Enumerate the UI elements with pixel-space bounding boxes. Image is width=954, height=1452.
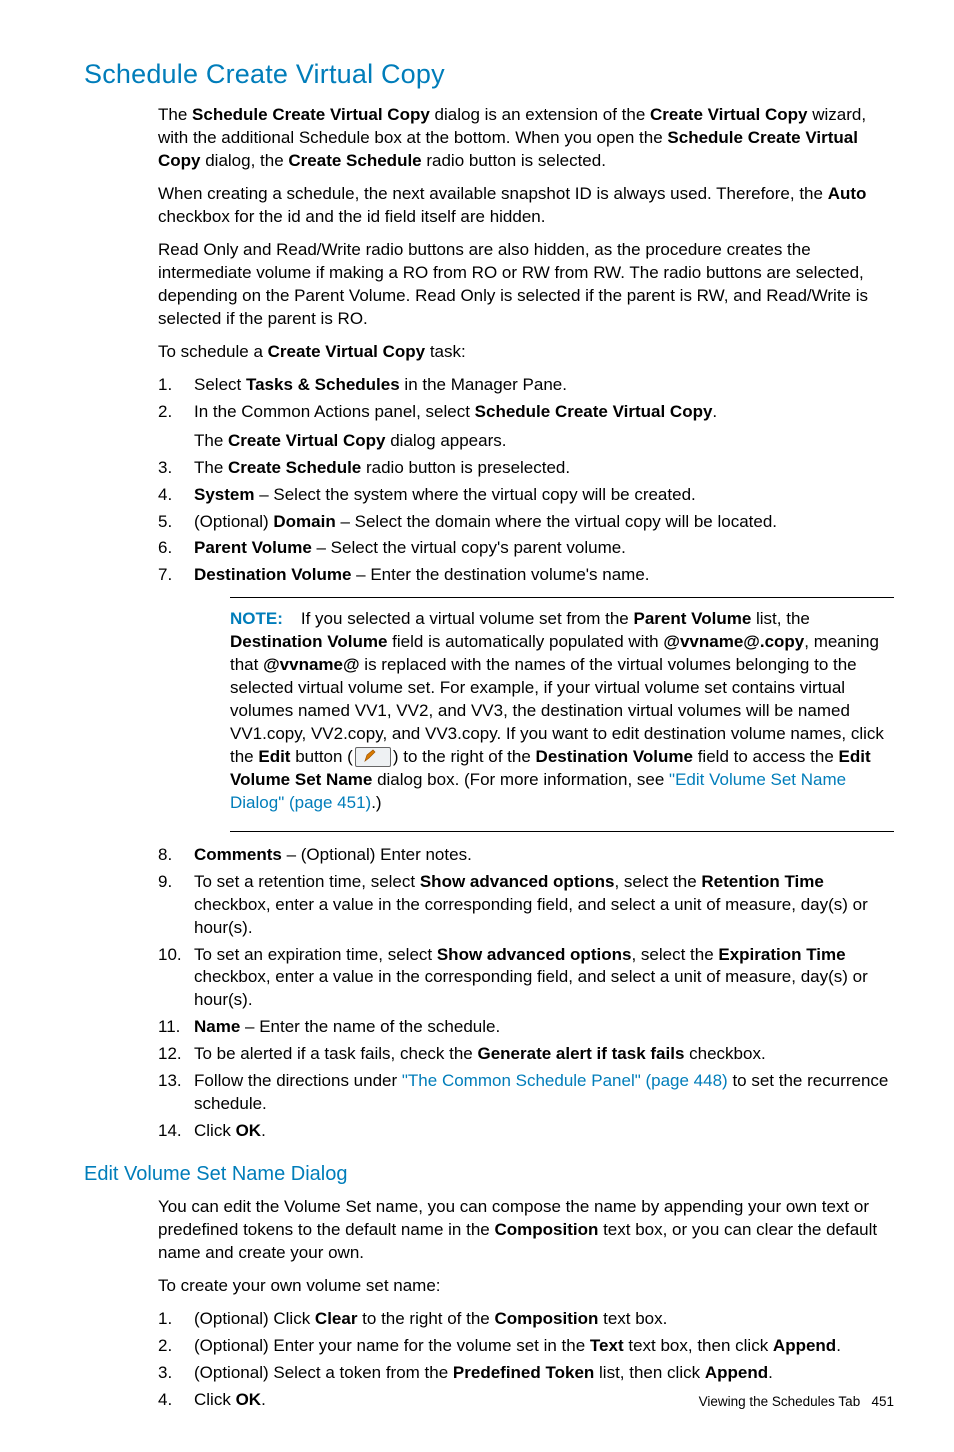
- footer-page: 451: [871, 1394, 894, 1409]
- step-2-sub: The Create Virtual Copy dialog appears.: [194, 430, 894, 453]
- para-auto: When creating a schedule, the next avail…: [158, 183, 894, 229]
- section1-body: The Schedule Create Virtual Copy dialog …: [158, 104, 894, 1143]
- page-footer: Viewing the Schedules Tab 451: [699, 1393, 894, 1411]
- step-13: 13.Follow the directions under "The Comm…: [158, 1070, 894, 1116]
- step-4: 4.System – Select the system where the v…: [158, 484, 894, 507]
- footer-text: Viewing the Schedules Tab: [699, 1394, 861, 1409]
- page: Schedule Create Virtual Copy The Schedul…: [0, 0, 954, 1452]
- link-common-schedule-panel[interactable]: "The Common Schedule Panel" (page 448): [402, 1071, 728, 1090]
- para-toschedule: To schedule a Create Virtual Copy task:: [158, 341, 894, 364]
- s2-step-3: 3.(Optional) Select a token from the Pre…: [158, 1362, 894, 1385]
- edit-icon: [355, 747, 391, 767]
- note-block: NOTE:If you selected a virtual volume se…: [230, 597, 894, 831]
- s2-step-2: 2.(Optional) Enter your name for the vol…: [158, 1335, 894, 1358]
- step-11: 11.Name – Enter the name of the schedule…: [158, 1016, 894, 1039]
- note-label: NOTE:: [230, 609, 283, 628]
- step-9: 9.To set a retention time, select Show a…: [158, 871, 894, 940]
- s2-step-1: 1.(Optional) Click Clear to the right of…: [158, 1308, 894, 1331]
- section-title-edit-volume-set-name-dialog: Edit Volume Set Name Dialog: [84, 1161, 894, 1188]
- step-14: 14.Click OK.: [158, 1120, 894, 1143]
- para-intro: The Schedule Create Virtual Copy dialog …: [158, 104, 894, 173]
- para-evsn-intro: You can edit the Volume Set name, you ca…: [158, 1196, 894, 1265]
- step-3: 3.The Create Schedule radio button is pr…: [158, 457, 894, 480]
- step-10: 10.To set an expiration time, select Sho…: [158, 944, 894, 1013]
- step-2: 2.In the Common Actions panel, select Sc…: [158, 401, 894, 453]
- step-5: 5.(Optional) Domain – Select the domain …: [158, 511, 894, 534]
- section-title-schedule-create-virtual-copy: Schedule Create Virtual Copy: [84, 56, 894, 92]
- para-readonly: Read Only and Read/Write radio buttons a…: [158, 239, 894, 331]
- para-evsn-to: To create your own volume set name:: [158, 1275, 894, 1298]
- section2-body: You can edit the Volume Set name, you ca…: [158, 1196, 894, 1412]
- step-7: 7.Destination Volume – Enter the destina…: [158, 564, 894, 831]
- steps-list: 1.Select Tasks & Schedules in the Manage…: [158, 374, 894, 1143]
- step-8: 8.Comments – (Optional) Enter notes.: [158, 844, 894, 867]
- step-12: 12.To be alerted if a task fails, check …: [158, 1043, 894, 1066]
- step-6: 6.Parent Volume – Select the virtual cop…: [158, 537, 894, 560]
- step-1: 1.Select Tasks & Schedules in the Manage…: [158, 374, 894, 397]
